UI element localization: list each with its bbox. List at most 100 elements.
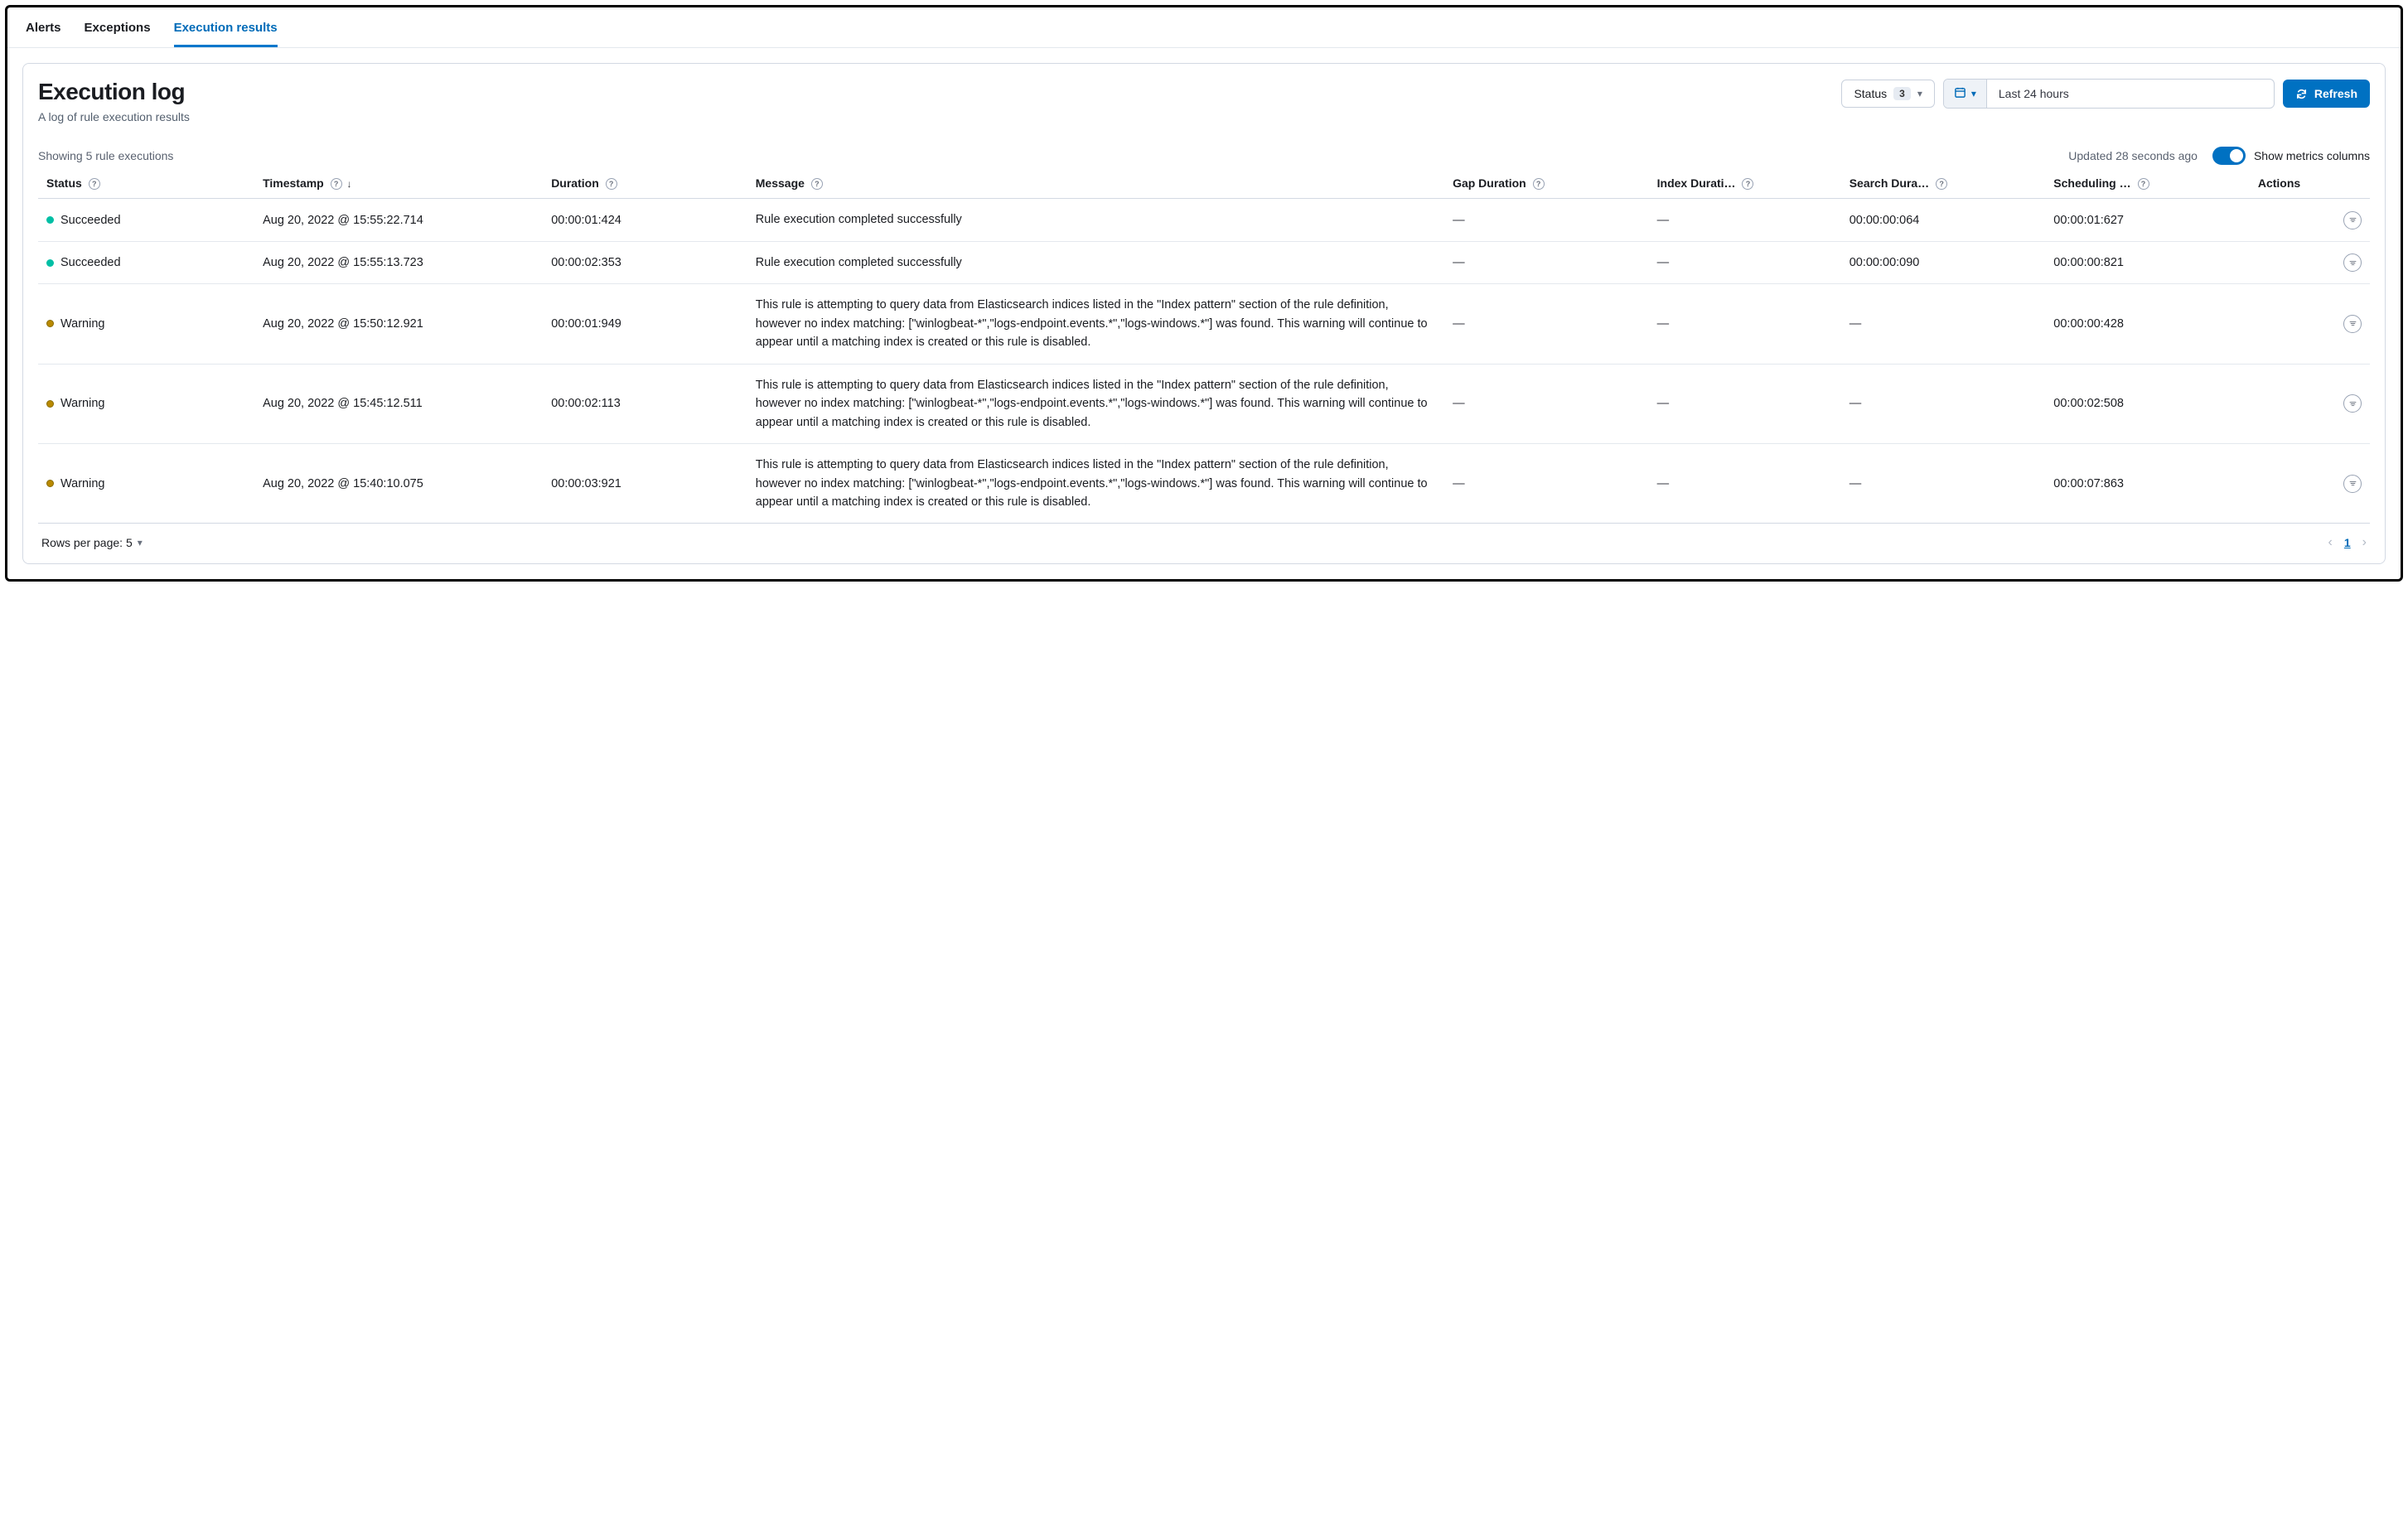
status-cell: Succeeded <box>46 214 246 227</box>
duration-cell: 00:00:02:353 <box>543 241 747 283</box>
status-dot-icon <box>46 480 54 487</box>
help-icon[interactable]: ? <box>2138 178 2149 190</box>
scheduling-cell: 00:00:00:821 <box>2045 241 2250 283</box>
prev-page-button[interactable]: ‹ <box>2328 535 2333 550</box>
help-icon[interactable]: ? <box>606 178 617 190</box>
col-header-index-label: Index Durati… <box>1657 176 1736 190</box>
status-cell: Warning <box>46 397 246 410</box>
gap-cell: — <box>1444 364 1649 443</box>
timestamp-cell: Aug 20, 2022 @ 15:45:12.511 <box>254 364 543 443</box>
col-header-scheduling[interactable]: Scheduling … ? <box>2045 170 2250 199</box>
status-dot-icon <box>46 320 54 327</box>
status-filter-count: 3 <box>1893 87 1911 100</box>
message-cell: This rule is attempting to query data fr… <box>747 364 1444 443</box>
status-label: Succeeded <box>60 256 121 269</box>
gap-cell: — <box>1444 444 1649 524</box>
message-cell: This rule is attempting to query data fr… <box>747 284 1444 364</box>
metrics-columns-toggle[interactable] <box>2212 147 2246 165</box>
col-header-index-duration[interactable]: Index Durati… ? <box>1649 170 1841 199</box>
gap-cell: — <box>1444 284 1649 364</box>
col-header-timestamp-label: Timestamp <box>263 176 324 190</box>
col-header-status[interactable]: Status ? <box>38 170 254 199</box>
row-actions-button[interactable] <box>2343 211 2362 229</box>
row-actions-button[interactable] <box>2343 315 2362 333</box>
gap-cell: — <box>1444 199 1649 241</box>
index-cell: — <box>1649 444 1841 524</box>
col-header-message-label: Message <box>756 176 805 190</box>
col-header-search-duration[interactable]: Search Dura… ? <box>1841 170 2046 199</box>
col-header-search-label: Search Dura… <box>1850 176 1929 190</box>
refresh-icon <box>2295 88 2308 100</box>
chevron-down-icon: ▾ <box>1971 88 1976 99</box>
table-row: SucceededAug 20, 2022 @ 15:55:13.72300:0… <box>38 241 2370 283</box>
page-title: Execution log <box>38 79 190 105</box>
refresh-button[interactable]: Refresh <box>2283 80 2370 108</box>
row-actions-button[interactable] <box>2343 254 2362 272</box>
timestamp-cell: Aug 20, 2022 @ 15:55:13.723 <box>254 241 543 283</box>
search-cell: — <box>1841 284 2046 364</box>
help-icon[interactable]: ? <box>89 178 100 190</box>
metrics-columns-label: Show metrics columns <box>2254 149 2370 162</box>
tab-alerts[interactable]: Alerts <box>26 16 61 47</box>
date-quick-select[interactable]: ▾ <box>1944 80 1987 108</box>
showing-count: Showing 5 rule executions <box>38 149 173 162</box>
date-range-picker[interactable]: ▾ Last 24 hours <box>1943 79 2275 109</box>
status-filter-button[interactable]: Status 3 ▾ <box>1841 80 1934 108</box>
duration-cell: 00:00:03:921 <box>543 444 747 524</box>
help-icon[interactable]: ? <box>811 178 823 190</box>
col-header-scheduling-label: Scheduling … <box>2053 176 2130 190</box>
sort-desc-icon[interactable]: ↓ <box>347 178 352 190</box>
table-row: Succeeded Aug 20, 2022 @ 15:55:22.714 00:0… <box>38 199 2370 241</box>
index-cell: — <box>1649 199 1841 241</box>
help-icon[interactable]: ? <box>331 178 342 190</box>
scheduling-cell: 00:00:01:627 <box>2045 199 2250 241</box>
tab-execution-results[interactable]: Execution results <box>174 16 278 47</box>
updated-ago: Updated 28 seconds ago <box>2068 149 2198 162</box>
search-cell: — <box>1841 444 2046 524</box>
help-icon[interactable]: ? <box>1936 178 1947 190</box>
next-page-button[interactable]: › <box>2362 535 2367 550</box>
chevron-down-icon: ▾ <box>1917 88 1922 99</box>
tabs: Alerts Exceptions Execution results <box>7 7 2401 48</box>
col-header-message[interactable]: Message ? <box>747 170 1444 199</box>
duration-cell: 00:00:02:113 <box>543 364 747 443</box>
execution-log-panel: Execution log A log of rule execution re… <box>22 63 2386 564</box>
status-dot-icon <box>46 400 54 408</box>
help-icon[interactable]: ? <box>1533 178 1545 190</box>
status-dot-icon <box>46 259 54 267</box>
status-label: Succeeded <box>60 214 121 227</box>
status-label: Warning <box>60 317 104 331</box>
refresh-button-label: Refresh <box>2314 87 2357 100</box>
col-header-duration[interactable]: Duration ? <box>543 170 747 199</box>
col-header-gap-duration[interactable]: Gap Duration ? <box>1444 170 1649 199</box>
gap-cell: — <box>1444 241 1649 283</box>
pagination: ‹ 1 › <box>2328 535 2367 550</box>
message-cell: Rule execution completed successfully <box>747 241 1444 283</box>
tab-exceptions[interactable]: Exceptions <box>85 16 151 47</box>
row-actions-button[interactable] <box>2343 394 2362 413</box>
row-actions-button[interactable] <box>2343 475 2362 493</box>
timestamp-cell: Aug 20, 2022 @ 15:50:12.921 <box>254 284 543 364</box>
timestamp-cell: Aug 20, 2022 @ 15:55:22.714 <box>254 199 543 241</box>
table-row: Warning Aug 20, 2022 @ 15:45:12.51100:00:… <box>38 364 2370 443</box>
message-cell: This rule is attempting to query data fr… <box>747 444 1444 524</box>
col-header-status-label: Status <box>46 176 82 190</box>
status-label: Warning <box>60 477 104 490</box>
message-cell: Rule execution completed successfully <box>747 199 1444 241</box>
search-cell: 00:00:00:090 <box>1841 241 2046 283</box>
date-range-label[interactable]: Last 24 hours <box>1987 80 2274 108</box>
page-number[interactable]: 1 <box>2344 536 2351 549</box>
status-dot-icon <box>46 216 54 224</box>
duration-cell: 00:00:01:949 <box>543 284 747 364</box>
rows-per-page-select[interactable]: Rows per page: 5 ▾ <box>41 536 143 549</box>
scheduling-cell: 00:00:00:428 <box>2045 284 2250 364</box>
status-cell: Succeeded <box>46 256 246 269</box>
index-cell: — <box>1649 284 1841 364</box>
help-icon[interactable]: ? <box>1742 178 1753 190</box>
chevron-down-icon: ▾ <box>138 537 143 548</box>
status-cell: Warning <box>46 317 246 331</box>
timestamp-cell: Aug 20, 2022 @ 15:40:10.075 <box>254 444 543 524</box>
col-header-timestamp[interactable]: Timestamp ? ↓ <box>254 170 543 199</box>
status-filter-label: Status <box>1854 87 1887 100</box>
page-subtitle: A log of rule execution results <box>38 110 190 123</box>
